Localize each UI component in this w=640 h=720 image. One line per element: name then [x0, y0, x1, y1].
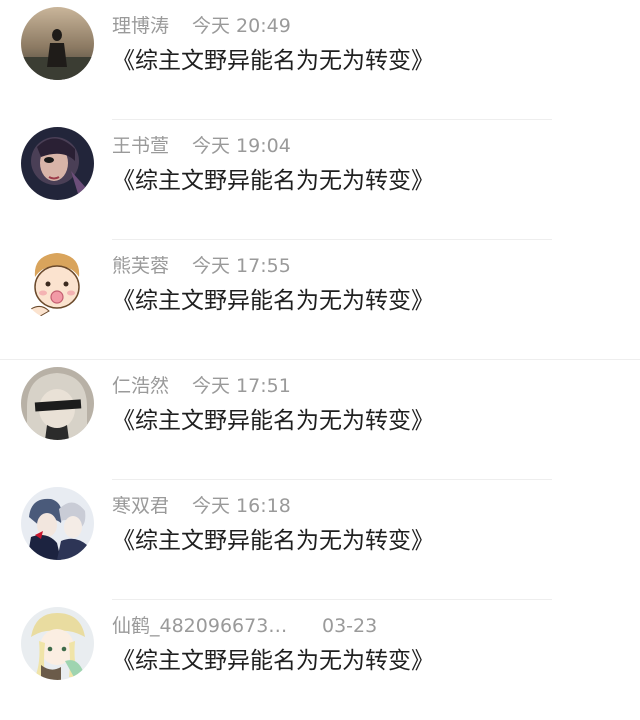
message-text: 《综主文野异能名为无为转变》 — [112, 168, 434, 194]
message-text: 《综主文野异能名为无为转变》 — [112, 408, 434, 434]
list-item[interactable]: 仁浩然 今天 17:51 《综主文野异能名为无为转变》 — [0, 360, 640, 480]
message-time: 今天 20:49 — [192, 15, 291, 37]
sender-name[interactable]: 仁浩然 — [112, 375, 169, 397]
message-text: 《综主文野异能名为无为转变》 — [112, 528, 434, 554]
message-text: 《综主文野异能名为无为转变》 — [112, 288, 434, 314]
list-item[interactable]: 理博涛 今天 20:49 《综主文野异能名为无为转变》 — [0, 0, 640, 120]
masked-woman-icon[interactable] — [21, 127, 94, 200]
message-meta: 仁浩然 今天 17:51 — [112, 372, 291, 400]
anime-couple-icon[interactable] — [21, 487, 94, 560]
list-item[interactable]: 仙鹤_482096673… 03-23 《综主文野异能名为无为转变》 — [0, 600, 640, 720]
message-time: 今天 17:55 — [192, 255, 291, 277]
message-meta: 寒双君 今天 16:18 — [112, 492, 291, 520]
message-time: 今天 19:04 — [192, 135, 291, 157]
sender-name[interactable]: 熊芙蓉 — [112, 255, 169, 277]
list-item[interactable]: 熊芙蓉 今天 17:55 《综主文野异能名为无为转变》 — [0, 240, 640, 360]
message-text: 《综主文野异能名为无为转变》 — [112, 648, 434, 674]
message-list: 理博涛 今天 20:49 《综主文野异能名为无为转变》 王书萱 今天 19:04… — [0, 0, 640, 696]
sender-name[interactable]: 寒双君 — [112, 495, 169, 517]
sender-name[interactable]: 仙鹤_482096673… — [112, 615, 287, 637]
list-item[interactable]: 王书萱 今天 19:04 《综主文野异能名为无为转变》 — [0, 120, 640, 240]
cartoon-baby-icon[interactable] — [21, 247, 94, 320]
message-time: 今天 16:18 — [192, 495, 291, 517]
message-meta: 王书萱 今天 19:04 — [112, 132, 291, 160]
blindfold-android-icon[interactable] — [21, 367, 94, 440]
message-text: 《综主文野异能名为无为转变》 — [112, 48, 434, 74]
message-meta: 熊芙蓉 今天 17:55 — [112, 252, 291, 280]
message-meta: 理博涛 今天 20:49 — [112, 12, 291, 40]
silhouette-photo-icon[interactable] — [21, 7, 94, 80]
message-meta: 仙鹤_482096673… 03-23 — [112, 612, 377, 640]
anime-girl-hat-icon[interactable] — [21, 607, 94, 680]
list-item[interactable]: 寒双君 今天 16:18 《综主文野异能名为无为转变》 — [0, 480, 640, 600]
message-time: 03-23 — [322, 615, 378, 637]
message-time: 今天 17:51 — [192, 375, 291, 397]
sender-name[interactable]: 理博涛 — [112, 15, 169, 37]
sender-name[interactable]: 王书萱 — [112, 135, 169, 157]
